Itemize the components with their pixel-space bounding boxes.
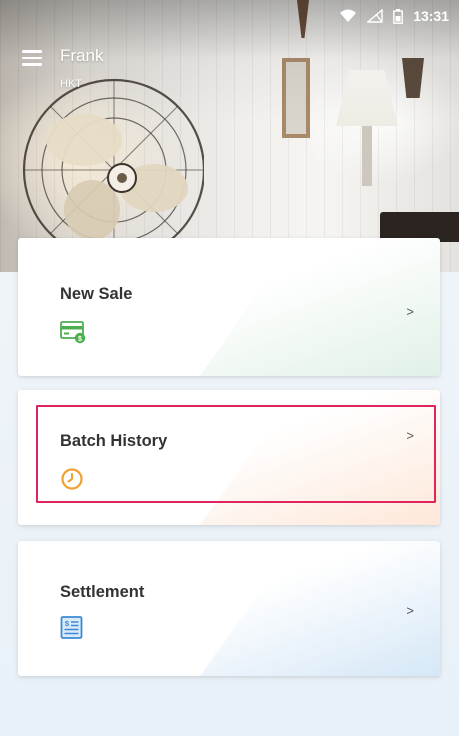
menu-icon[interactable] (22, 50, 44, 66)
signal-icon (367, 9, 383, 23)
new-sale-label: New Sale (60, 285, 133, 303)
receipt-dollar-icon: $ (60, 615, 86, 641)
batch-history-arrow: > (406, 428, 414, 443)
status-time: 13:31 (413, 8, 449, 24)
batch-history-card[interactable]: Batch History > (18, 390, 440, 525)
new-sale-card[interactable]: New Sale $ > (18, 238, 440, 376)
clock-icon (60, 467, 86, 493)
user-name: Frank (60, 46, 104, 65)
svg-text:$: $ (78, 336, 82, 343)
battery-icon (393, 8, 404, 24)
wifi-icon (339, 9, 357, 23)
new-sale-arrow: > (406, 304, 414, 319)
settlement-arrow: > (406, 603, 414, 618)
header-background-image (0, 0, 459, 272)
card-payment-icon: $ (60, 318, 86, 344)
settlement-label: Settlement (60, 583, 145, 601)
settlement-card[interactable]: Settlement $ > (18, 541, 440, 676)
user-subtitle: HKT (60, 78, 82, 90)
status-bar: 13:31 (0, 0, 459, 32)
app-screen: 13:31 Frank HKT New Sale $ > Batch Histo… (0, 0, 459, 736)
batch-history-label: Batch History (60, 432, 168, 450)
